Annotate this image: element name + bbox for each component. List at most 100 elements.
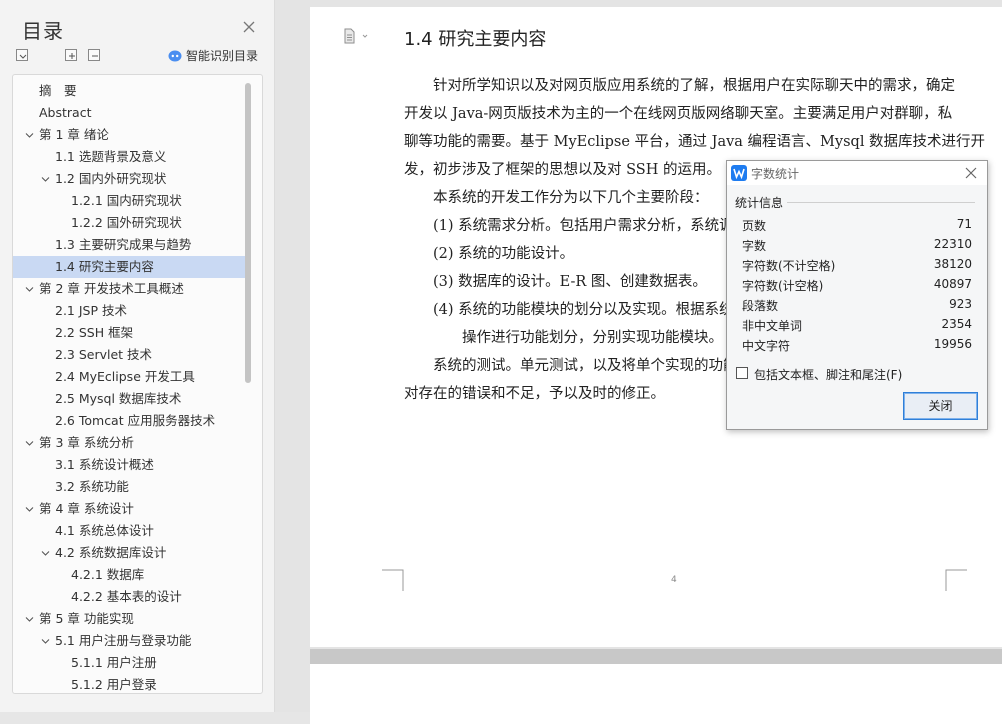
chevron-down-icon[interactable] <box>25 439 34 448</box>
toc-item[interactable]: 2.4 MyEclipse 开发工具 <box>13 366 245 388</box>
toc-scrollbar[interactable] <box>245 83 251 383</box>
toc-item-label: 1.2.2 国外研究现状 <box>71 215 182 230</box>
chevron-down-icon[interactable] <box>25 285 34 294</box>
stat-label: 字符数(不计空格) <box>742 259 836 273</box>
toc-item[interactable]: 第 3 章 系统分析 <box>13 432 245 454</box>
chevron-down-icon[interactable] <box>41 637 50 646</box>
ai-icon <box>168 50 182 62</box>
include-textbox-checkbox[interactable] <box>736 367 748 379</box>
toc-item[interactable]: 2.2 SSH 框架 <box>13 322 245 344</box>
toc-item-label: 1.1 选题背景及意义 <box>55 149 167 164</box>
stat-row: 页数 71 <box>742 217 972 237</box>
stat-value: 71 <box>956 217 972 231</box>
dialog-titlebar[interactable]: 字数统计 <box>727 161 987 185</box>
toc-item-label: 3.2 系统功能 <box>55 479 129 494</box>
toc-item-label: Abstract <box>39 105 92 120</box>
chevron-down-icon[interactable] <box>25 615 34 624</box>
chevron-down-icon[interactable] <box>25 505 34 514</box>
collapse-all-icon[interactable] <box>16 49 28 61</box>
toc-item[interactable]: 2.1 JSP 技术 <box>13 300 245 322</box>
stat-value: 40897 <box>933 277 972 291</box>
toc-item[interactable]: 1.3 主要研究成果与趋势 <box>13 234 245 256</box>
toc-item-label: 2.2 SSH 框架 <box>55 325 134 340</box>
toc-item[interactable]: 5.1.2 用户登录 <box>13 674 245 693</box>
dialog-close-icon[interactable] <box>965 167 977 179</box>
toc-item-label: 4.2 系统数据库设计 <box>55 545 167 560</box>
stat-value: 19956 <box>933 337 972 351</box>
paragraph-line: 聊等功能的需要。基于 MyEclipse 平台，通过 Java 编程语言、Mys… <box>404 134 986 150</box>
toc-item-label: 第 4 章 系统设计 <box>39 501 134 516</box>
paragraph-line: 针对所学知识以及对网页版应用系统的了解，根据用户在实际聊天中的需求，确定 <box>404 78 955 94</box>
toc-item[interactable]: 2.5 Mysql 数据库技术 <box>13 388 245 410</box>
toc-item[interactable]: 2.3 Servlet 技术 <box>13 344 245 366</box>
chevron-down-icon[interactable] <box>25 131 34 140</box>
stat-row: 字符数(计空格) 40897 <box>742 277 972 297</box>
toc-item-label: 1.2 国内外研究现状 <box>55 171 167 186</box>
toc-item-label: 第 2 章 开发技术工具概述 <box>39 281 184 296</box>
stat-label: 非中文单词 <box>742 319 803 333</box>
toc-item-label: 1.3 主要研究成果与趋势 <box>55 237 192 252</box>
toc-item[interactable]: 3.1 系统设计概述 <box>13 454 245 476</box>
toc-item-label: 5.1 用户注册与登录功能 <box>55 633 192 648</box>
toc-item-label: 2.5 Mysql 数据库技术 <box>55 391 182 406</box>
toc-item-label: 2.3 Servlet 技术 <box>55 347 153 362</box>
toc-item-label: 5.1.1 用户注册 <box>71 655 157 670</box>
toc-item[interactable]: 1.2.1 国内研究现状 <box>13 190 245 212</box>
toc-item[interactable]: 1.4 研究主要内容 <box>13 256 245 278</box>
toc-item[interactable]: 1.2.2 国外研究现状 <box>13 212 245 234</box>
dialog-title: 字数统计 <box>751 167 800 181</box>
remove-heading-icon[interactable] <box>88 49 100 61</box>
word-count-dialog: 字数统计 统计信息 页数 71 字数 22310 字符数(不计空格) 38120 字符数(计… <box>726 160 988 430</box>
close-icon[interactable] <box>241 19 257 35</box>
toc-item-label: 摘 要 <box>39 83 77 98</box>
stat-label: 页数 <box>742 219 767 233</box>
toc-item[interactable]: 1.1 选题背景及意义 <box>13 146 245 168</box>
toc-item-label: 2.4 MyEclipse 开发工具 <box>55 369 195 384</box>
toc-item[interactable]: 4.1 系统总体设计 <box>13 520 245 542</box>
section-heading: 1.4 研究主要内容 <box>404 29 547 50</box>
page-separator <box>310 649 1002 664</box>
paragraph-line: 开发以 Java-网页版技术为主的一个在线网页版网络聊天室。主要满足用户对群聊，… <box>404 106 953 122</box>
include-textbox-label[interactable]: 包括文本框、脚注和尾注(F) <box>754 366 902 383</box>
toc-item[interactable]: 第 2 章 开发技术工具概述 <box>13 278 245 300</box>
toc-item[interactable]: 5.1.1 用户注册 <box>13 652 245 674</box>
toc-item[interactable]: 3.2 系统功能 <box>13 476 245 498</box>
toc-item[interactable]: 2.6 Tomcat 应用服务器技术 <box>13 410 245 432</box>
page-number: 4 <box>671 575 677 585</box>
toc-item-label: 4.1 系统总体设计 <box>55 523 154 538</box>
toc-item[interactable]: Abstract <box>13 102 245 124</box>
toc-item[interactable]: 4.2.2 基本表的设计 <box>13 586 245 608</box>
toc-item-label: 4.2.2 基本表的设计 <box>71 589 182 604</box>
toc-item[interactable]: 第 5 章 功能实现 <box>13 608 245 630</box>
toc-item[interactable]: 4.2 系统数据库设计 <box>13 542 245 564</box>
toc-item-label: 2.1 JSP 技术 <box>55 303 127 318</box>
close-button[interactable]: 关闭 <box>903 392 978 420</box>
toc-item[interactable]: 5.1 用户注册与登录功能 <box>13 630 245 652</box>
toc-item-label: 1.4 研究主要内容 <box>55 259 154 274</box>
ai-toc-button[interactable]: 智能识别目录 <box>168 47 258 64</box>
document-page-next[interactable] <box>310 664 1002 724</box>
stat-label: 字符数(计空格) <box>742 279 824 293</box>
chevron-down-icon[interactable] <box>41 549 50 558</box>
document-icon[interactable] <box>343 28 369 44</box>
stat-label: 字数 <box>742 239 767 253</box>
section-divider <box>787 202 975 203</box>
toc-panel: 目录 智能识别目录 摘 要 Abstract 第 1 章 绪论 1.1 选题背景及意义… <box>0 0 275 712</box>
toc-title: 目录 <box>22 19 64 43</box>
add-heading-icon[interactable] <box>65 49 77 61</box>
ai-toc-label: 智能识别目录 <box>186 49 259 63</box>
stat-row: 段落数 923 <box>742 297 972 317</box>
crop-mark-right <box>945 569 967 591</box>
toc-list: 摘 要 Abstract 第 1 章 绪论 1.1 选题背景及意义 1.2 国内外研究现… <box>13 80 245 693</box>
toc-item[interactable]: 摘 要 <box>13 80 245 102</box>
stat-row: 字符数(不计空格) 38120 <box>742 257 972 277</box>
toc-item-label: 4.2.1 数据库 <box>71 567 145 582</box>
toc-item[interactable]: 第 1 章 绪论 <box>13 124 245 146</box>
toc-item[interactable]: 1.2 国内外研究现状 <box>13 168 245 190</box>
toc-item-label: 第 1 章 绪论 <box>39 127 109 142</box>
chevron-down-icon[interactable] <box>41 175 50 184</box>
toc-item[interactable]: 第 4 章 系统设计 <box>13 498 245 520</box>
stats-section-label: 统计信息 <box>735 196 784 210</box>
toc-item[interactable]: 4.2.1 数据库 <box>13 564 245 586</box>
toc-list-container: 摘 要 Abstract 第 1 章 绪论 1.1 选题背景及意义 1.2 国内外研究现… <box>12 74 263 694</box>
